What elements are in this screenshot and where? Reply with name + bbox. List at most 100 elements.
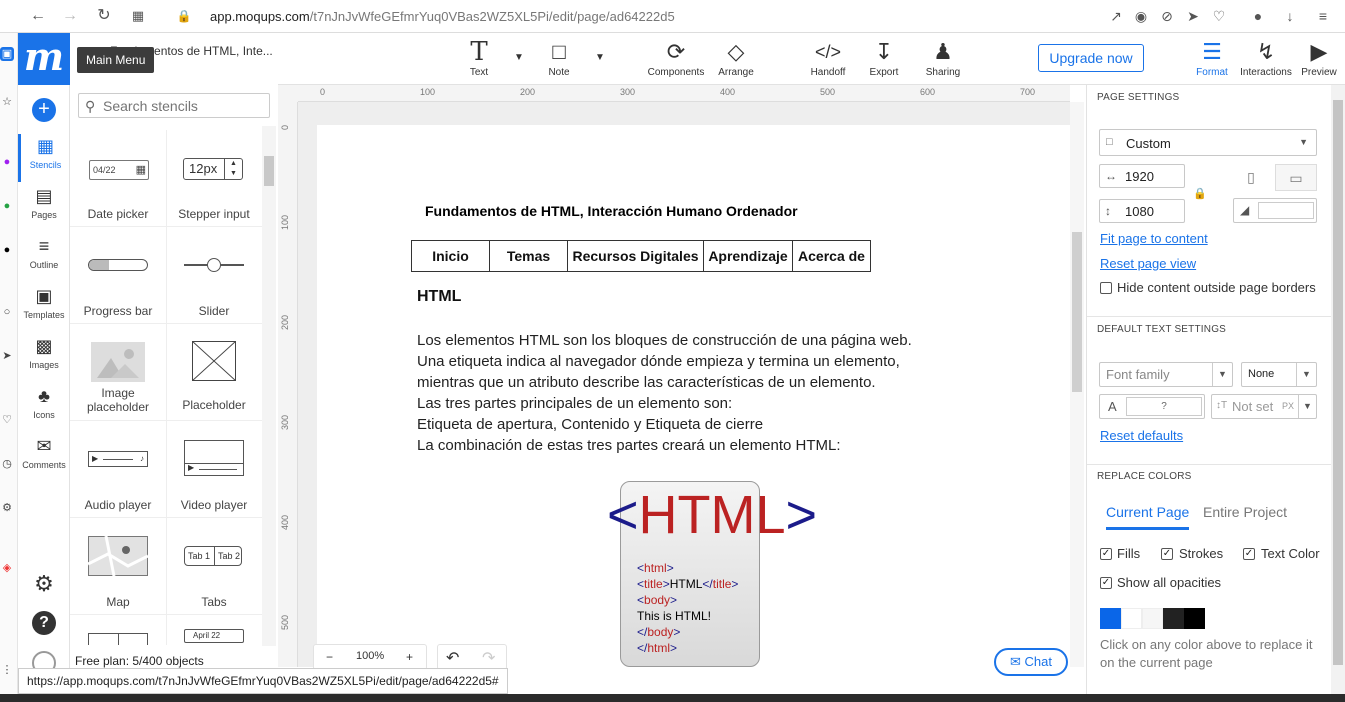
- menu-item-aprendizaje[interactable]: Aprendizaje: [703, 240, 793, 272]
- section-heading[interactable]: HTML: [417, 288, 461, 306]
- body-text[interactable]: Los elementos HTML son los bloques de co…: [417, 330, 957, 456]
- send-icon[interactable]: ➤: [1184, 7, 1202, 25]
- whatsapp-icon[interactable]: ●: [0, 199, 14, 213]
- stencil-partial-1[interactable]: [70, 615, 166, 645]
- page-fill-picker[interactable]: ◢: [1233, 198, 1317, 223]
- menu-icon[interactable]: ≡: [1314, 7, 1332, 25]
- stencil-image-placeholder[interactable]: Image placeholder: [70, 324, 166, 421]
- stencil-progress-bar[interactable]: Progress bar: [70, 227, 166, 324]
- font-family-select[interactable]: Font family ▼: [1099, 362, 1233, 387]
- upgrade-button[interactable]: Upgrade now: [1038, 44, 1144, 72]
- canvas-scroll-thumb[interactable]: [1072, 232, 1082, 392]
- line-height-field[interactable]: ↕T Not set PX ▼: [1211, 394, 1317, 419]
- handoff-tool[interactable]: </> Handoff: [809, 39, 847, 78]
- page-artboard[interactable]: Fundamentos de HTML, Interacción Humano …: [317, 125, 1070, 667]
- show-opacities-checkbox[interactable]: ✓: [1100, 577, 1112, 589]
- more-icon[interactable]: ⋮: [0, 663, 14, 677]
- clock-icon[interactable]: ◷: [0, 457, 14, 471]
- stencil-scroll-thumb[interactable]: [264, 156, 274, 186]
- width-field[interactable]: ↔ 1920: [1099, 164, 1185, 188]
- undo-icon[interactable]: ↶: [446, 648, 459, 668]
- stencil-stepper-input[interactable]: 12px ▲ ▼ Stepper input: [166, 130, 262, 227]
- search-input[interactable]: [103, 96, 263, 115]
- add-button[interactable]: +: [32, 98, 56, 122]
- bulb-icon[interactable]: ◈: [0, 561, 14, 575]
- block-icon[interactable]: ⊘: [1158, 7, 1176, 25]
- panel-scrollbar[interactable]: [1331, 85, 1345, 695]
- text-color-checkbox[interactable]: ✓: [1243, 548, 1255, 560]
- zoom-in-button[interactable]: +: [406, 650, 413, 664]
- strokes-checkbox[interactable]: ✓: [1161, 548, 1173, 560]
- note-dropdown-icon[interactable]: ▼: [595, 52, 605, 63]
- back-icon[interactable]: ←: [28, 6, 48, 26]
- stencil-tabs[interactable]: Tab 1 Tab 2 Tabs: [166, 518, 262, 615]
- fit-page-link[interactable]: Fit page to content: [1100, 231, 1208, 246]
- page-heading[interactable]: Fundamentos de HTML, Interacción Humano …: [425, 203, 798, 219]
- color-swatch[interactable]: [1100, 608, 1121, 629]
- color-swatch[interactable]: [1121, 608, 1142, 629]
- help-button[interactable]: ?: [18, 611, 70, 639]
- lock-ratio-icon[interactable]: 🔒: [1193, 187, 1207, 200]
- nav-icons[interactable]: ♣ Icons: [18, 384, 70, 432]
- stencil-map[interactable]: Map: [70, 518, 166, 615]
- color-swatch[interactable]: [1184, 608, 1205, 629]
- export-tool[interactable]: ↧ Export: [868, 39, 900, 78]
- tab-current-page[interactable]: Current Page: [1106, 504, 1190, 530]
- menu-item-temas[interactable]: Temas: [489, 240, 568, 272]
- stencil-placeholder[interactable]: Placeholder: [166, 324, 262, 421]
- nav-outline[interactable]: ≡ Outline: [18, 234, 70, 282]
- stencil-video-player[interactable]: ▶ Video player: [166, 421, 262, 518]
- menu-item-inicio[interactable]: Inicio: [411, 240, 490, 272]
- tiktok-icon[interactable]: ●: [0, 243, 14, 257]
- portrait-button[interactable]: ▯: [1231, 164, 1271, 191]
- chat-button[interactable]: ✉ Chat: [994, 648, 1068, 676]
- zoom-out-button[interactable]: −: [326, 650, 333, 664]
- interactions-tab[interactable]: ↯ Interactions: [1239, 39, 1293, 78]
- reset-defaults-link[interactable]: Reset defaults: [1100, 428, 1183, 443]
- heart-ext-icon[interactable]: ♡: [0, 413, 14, 427]
- address-bar[interactable]: app.moqups.com/t7nJnJvWfeGEfmrYuq0VBas2W…: [210, 9, 675, 24]
- nav-templates[interactable]: ▣ Templates: [18, 284, 70, 332]
- panel-scroll-thumb[interactable]: [1333, 100, 1343, 665]
- download-icon[interactable]: ↓: [1281, 7, 1299, 25]
- fills-checkbox[interactable]: ✓: [1100, 548, 1112, 560]
- share-icon[interactable]: ↗: [1107, 7, 1125, 25]
- nav-stencils[interactable]: ▦ Stencils: [18, 134, 70, 182]
- nav-pages[interactable]: ▤ Pages: [18, 184, 70, 232]
- font-size-field[interactable]: A ?: [1099, 394, 1205, 419]
- stencil-scrollbar[interactable]: [262, 126, 276, 646]
- history-icon[interactable]: ○: [0, 305, 14, 319]
- landscape-button[interactable]: ▭: [1275, 164, 1317, 191]
- camera-icon[interactable]: ◉: [1132, 7, 1150, 25]
- tab-entire-project[interactable]: Entire Project: [1203, 504, 1287, 520]
- menu-item-acerca[interactable]: Acerca de: [792, 240, 871, 272]
- stencil-date-picker[interactable]: 04/22 ▦ Date picker: [70, 130, 166, 227]
- stencil-partial-2[interactable]: April 22: [166, 615, 262, 645]
- nav-images[interactable]: ▩ Images: [18, 334, 70, 382]
- canvas-scrollbar[interactable]: [1070, 102, 1084, 667]
- sharing-tool[interactable]: ♟ Sharing: [925, 39, 961, 78]
- settings-button[interactable]: ⚙: [18, 572, 70, 600]
- stencil-slider[interactable]: Slider: [166, 227, 262, 324]
- text-dropdown-icon[interactable]: ▼: [514, 52, 524, 63]
- color-swatch[interactable]: [1142, 608, 1163, 629]
- messenger-icon[interactable]: ▣: [0, 47, 14, 61]
- redo-icon[interactable]: ↷: [482, 648, 495, 668]
- arrange-tool[interactable]: ◇ Arrange: [717, 39, 755, 78]
- font-style-select[interactable]: None ▼: [1241, 362, 1317, 387]
- height-field[interactable]: ↕ 1080: [1099, 199, 1185, 223]
- page-size-select[interactable]: □ Custom ▼: [1099, 129, 1317, 156]
- hide-content-checkbox[interactable]: [1100, 282, 1112, 294]
- search-stencils[interactable]: ⚲: [78, 93, 270, 118]
- apps-grid-icon[interactable]: ▦: [128, 6, 148, 26]
- moqups-logo[interactable]: m: [18, 33, 70, 85]
- settings-ext-icon[interactable]: ⚙: [0, 501, 14, 515]
- profile-icon[interactable]: ●: [1249, 7, 1267, 25]
- send-ext-icon[interactable]: ➤: [0, 349, 14, 363]
- menu-item-recursos[interactable]: Recursos Digitales: [567, 240, 704, 272]
- heart-icon[interactable]: ♡: [1210, 7, 1228, 25]
- zoom-level[interactable]: 100%: [356, 650, 384, 662]
- format-tab[interactable]: ☰ Format: [1195, 39, 1229, 78]
- components-tool[interactable]: ⟳ Components: [647, 39, 705, 78]
- reset-view-link[interactable]: Reset page view: [1100, 256, 1196, 271]
